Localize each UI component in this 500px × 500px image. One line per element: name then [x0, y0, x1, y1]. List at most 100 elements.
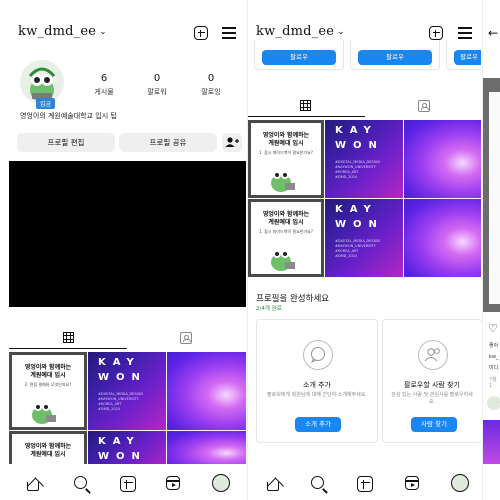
post-detail-pane: ← ♡ 좋아 kw_ 미디 7월 1 [482, 0, 500, 500]
post-subtitle: 2. 면접 필패와 무엇인지요? [24, 382, 72, 387]
stat-following[interactable]: 0 팔로잉 [191, 73, 231, 97]
find-people-card: 팔로우할 사람 찾기 관심 있는 사람 및 관심사를 팔로우하세요. 사람 찾기 [382, 319, 481, 443]
discover-people-icon [225, 137, 239, 147]
post-thumbnail[interactable] [404, 120, 481, 198]
post-thumbnail[interactable]: 영엉이와 함께하는 계원예대 입시 1. 참시 파이드백이 필요한가요? [248, 120, 324, 198]
post-title: 영엉이와 함께하는 계원예대 입시 [24, 443, 72, 458]
people-icon [418, 340, 448, 370]
mascot-image [32, 403, 56, 424]
mascot-image [271, 250, 295, 271]
home-icon[interactable] [27, 482, 39, 491]
grid-icon[interactable] [63, 332, 74, 343]
post-kay-text: KAY [98, 357, 141, 368]
chevron-down-icon: ⌄ [99, 27, 107, 37]
new-post-icon[interactable] [194, 26, 208, 40]
post-thumbnail[interactable]: 영엉이와 함께하는 계원예대 입시 1. 참시 파이드백이 필요한가요? [248, 199, 324, 277]
find-people-button[interactable]: 사람 찾기 [411, 417, 457, 432]
card-description: 팔로워에게 회원님에 대해 간단히 소개해주세요. [267, 392, 367, 398]
post-won-text: WON [335, 140, 384, 151]
post-kay-text: KAY [98, 436, 141, 447]
home-icon[interactable] [267, 482, 279, 491]
card-title: 팔로우할 사람 찾기 [404, 381, 460, 389]
edit-profile-button[interactable]: 프로필 편집 [17, 133, 115, 152]
stat-label: 팔로워 [147, 88, 167, 96]
stat-value: 6 [100, 73, 108, 84]
caption-text: 미디 [489, 365, 499, 371]
add-bio-card: 소개 추가 팔로워에게 회원님에 대해 간단히 소개해주세요. 소개 추가 [256, 319, 378, 443]
username-switcher[interactable]: kw_dmd_ee ⌄ [256, 24, 345, 39]
share-profile-button[interactable]: 프로필 공유 [119, 133, 217, 152]
post-subtitle: 1. 참시 파이드백이 필요한가요? [259, 150, 313, 155]
post-won-text: WON [335, 219, 384, 230]
chevron-down-icon: ⌄ [337, 27, 345, 37]
username: kw_dmd_ee [18, 24, 97, 39]
menu-icon[interactable] [222, 27, 236, 39]
post-image [483, 420, 500, 464]
profile-avatar-icon[interactable] [451, 474, 469, 492]
add-bio-button[interactable]: 소개 추가 [295, 417, 341, 432]
username: kw_dmd_ee [256, 24, 335, 39]
card-title: 소개 추가 [303, 381, 331, 389]
tagged-icon[interactable] [180, 332, 192, 344]
heart-icon[interactable]: ♡ [488, 322, 498, 335]
profile-pane-scrolled: kw_dmd_ee ⌄ 팔로우 팔로우 팔로우 영엉이와 함께하는 계원예대 입시… [247, 0, 481, 500]
stat-label: 게시물 [94, 88, 114, 96]
likes-text: 좋아 [489, 343, 499, 349]
post-hashtags: #DIGITAL_MEDIA_DESIGN #KAYWON_UNIVERSITY… [98, 392, 143, 411]
post-title: 영엉이와 함께하는 계원예대 입시 [262, 211, 310, 226]
post-date: 7월 1 [489, 377, 497, 389]
speech-bubble-icon [303, 340, 333, 370]
card-description: 관심 있는 사람 및 관심사를 팔로우하세요. [391, 392, 473, 405]
status-badge: 입금 [36, 98, 56, 109]
post-won-text: WON [98, 451, 147, 462]
post-thumbnail[interactable]: 영엉이와 함께하는 계원예대 입시 2. 면접 필패와 무엇인지요? [9, 352, 87, 430]
stat-label: 팔로잉 [201, 88, 221, 96]
bottom-nav [248, 464, 481, 500]
post-thumbnail[interactable]: KAY WON #DIGITAL_MEDIA_DESIGN #KAYWON_UN… [325, 120, 403, 198]
post-thumbnail[interactable] [404, 199, 481, 277]
search-icon[interactable] [311, 476, 324, 489]
reels-icon[interactable] [166, 476, 180, 490]
stat-value: 0 [207, 73, 215, 84]
follow-button[interactable]: 팔로우 [454, 50, 481, 65]
post-title: 영엉이와 함께하는 계원예대 입시 [24, 364, 72, 379]
caption-username: kw_ [489, 354, 499, 360]
stat-value: 0 [153, 73, 161, 84]
username-switcher[interactable]: kw_dmd_ee ⌄ [18, 24, 107, 39]
story-highlight-area [9, 161, 246, 307]
post-thumbnail[interactable]: KAY WON #DIGITAL_MEDIA_DESIGN #KAYWON_UN… [88, 352, 166, 430]
post-image-inner [489, 92, 500, 304]
menu-icon[interactable] [458, 27, 472, 39]
post-won-text: WON [98, 372, 147, 383]
avatar [487, 396, 500, 410]
reels-icon[interactable] [405, 476, 419, 490]
back-arrow-icon[interactable]: ← [488, 26, 498, 40]
discover-people-button[interactable] [222, 133, 242, 152]
follow-button[interactable]: 팔로우 [358, 50, 432, 65]
post-subtitle: 1. 참시 파이드백이 필요한가요? [259, 229, 313, 234]
complete-profile-title: 프로필을 완성하세요 [256, 294, 330, 304]
follow-button[interactable]: 팔로우 [262, 50, 336, 65]
stat-posts[interactable]: 6 게시물 [84, 73, 124, 97]
profile-tabs [248, 95, 481, 117]
tab-indicator [9, 347, 127, 349]
grid-icon[interactable] [300, 100, 311, 111]
create-icon[interactable] [120, 476, 136, 492]
post-hashtags: #DIGITAL_MEDIA_DESIGN #KAYWON_UNIVERSITY… [335, 239, 380, 258]
profile-avatar-icon[interactable] [212, 474, 230, 492]
profile-tabs [9, 327, 246, 349]
profile-header: kw_dmd_ee ⌄ [0, 24, 246, 44]
search-icon[interactable] [74, 476, 87, 489]
post-thumbnail[interactable]: KAY WON #DIGITAL_MEDIA_DESIGN #KAYWON_UN… [325, 199, 403, 277]
post-thumbnail[interactable] [167, 352, 246, 430]
create-icon[interactable] [357, 476, 373, 492]
complete-profile-progress: 2/4개 완료 [256, 306, 282, 312]
bio: 영엉이의 계원예술대학교 입시 팁 [20, 112, 117, 120]
tagged-icon[interactable] [418, 100, 430, 112]
mascot-image [271, 171, 295, 192]
new-post-icon[interactable] [429, 26, 443, 40]
bottom-nav [0, 464, 246, 500]
post-kay-text: KAY [335, 204, 378, 215]
post-hashtags: #DIGITAL_MEDIA_DESIGN #KAYWON_UNIVERSITY… [335, 160, 380, 179]
stat-followers[interactable]: 0 팔로워 [137, 73, 177, 97]
